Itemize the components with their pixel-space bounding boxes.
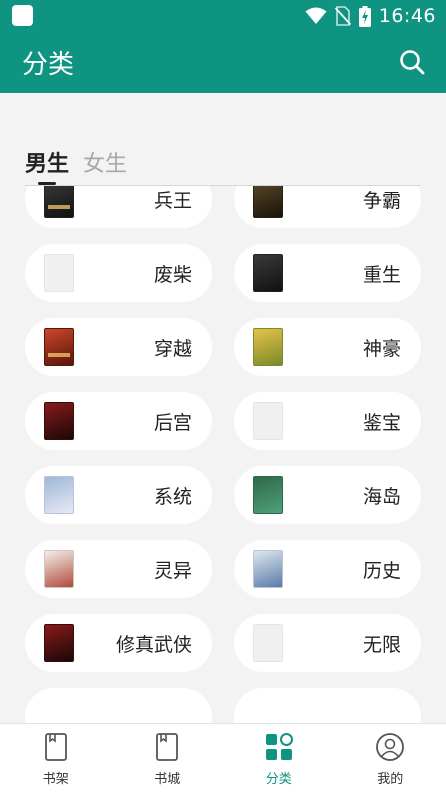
book-cover-image — [253, 328, 283, 366]
tab-female[interactable]: 女生 — [83, 146, 127, 178]
category-card-partial[interactable] — [234, 688, 421, 723]
category-label: 海岛 — [362, 486, 401, 508]
category-label: 鉴宝 — [362, 412, 401, 434]
tab-male[interactable]: 男生 — [25, 146, 69, 178]
nav-label: 分类 — [265, 772, 292, 787]
category-card-feichai[interactable]: 废柴 — [25, 244, 212, 302]
battery-charging-icon — [358, 5, 371, 27]
status-icons: 16:46 — [305, 4, 436, 28]
category-label: 兵王 — [153, 190, 192, 212]
status-bar: 16:46 — [0, 0, 446, 32]
search-button[interactable] — [398, 48, 426, 76]
category-label: 争霸 — [362, 190, 401, 212]
bottom-nav: 书架 书城 分类 我的 — [0, 723, 446, 792]
category-card-bingwang[interactable]: 兵王 — [25, 186, 212, 228]
nav-item-profile[interactable]: 我的 — [335, 724, 446, 792]
category-label: 修真武侠 — [115, 634, 192, 656]
book-cover-image — [253, 186, 283, 218]
book-cover-image — [44, 550, 74, 588]
book-cover-image — [44, 328, 74, 366]
category-label: 神豪 — [362, 338, 401, 360]
category-label: 系统 — [153, 486, 192, 508]
search-icon — [400, 50, 425, 75]
bookstore-icon — [156, 733, 179, 761]
book-cover-image — [44, 402, 74, 440]
category-label: 历史 — [362, 560, 401, 582]
category-card-xitong[interactable]: 系统 — [25, 466, 212, 524]
book-cover-image — [253, 476, 283, 514]
category-label: 废柴 — [153, 264, 192, 286]
book-cover-image — [44, 186, 74, 218]
category-card-shenhao[interactable]: 神豪 — [234, 318, 421, 376]
category-content[interactable]: 男生 女生 兵王 争霸 废柴 重生 穿越 神豪 后宫 鉴宝 系统 海岛 灵异 历… — [0, 93, 446, 723]
category-card-zhengba[interactable]: 争霸 — [234, 186, 421, 228]
app-notification-icon — [12, 5, 33, 26]
book-cover-placeholder — [44, 254, 74, 292]
category-card-haidao[interactable]: 海岛 — [234, 466, 421, 524]
book-cover-image — [253, 254, 283, 292]
book-cover-image — [44, 624, 74, 662]
category-card-chongsheng[interactable]: 重生 — [234, 244, 421, 302]
category-label: 无限 — [362, 634, 401, 656]
page-title: 分类 — [22, 50, 75, 80]
category-label: 穿越 — [153, 338, 192, 360]
category-card-wuxian[interactable]: 无限 — [234, 614, 421, 672]
book-cover-placeholder — [253, 402, 283, 440]
category-card-hougong[interactable]: 后宫 — [25, 392, 212, 450]
category-grid: 兵王 争霸 废柴 重生 穿越 神豪 后宫 鉴宝 系统 海岛 灵异 历史 修真武侠… — [25, 186, 421, 723]
nav-label: 书架 — [42, 772, 69, 787]
app-bar: 分类 — [0, 32, 446, 93]
category-grid-viewport[interactable]: 兵王 争霸 废柴 重生 穿越 神豪 后宫 鉴宝 系统 海岛 灵异 历史 修真武侠… — [0, 186, 446, 723]
no-sim-icon — [334, 6, 351, 26]
category-card-xiuzhen-wuxia[interactable]: 修真武侠 — [25, 614, 212, 672]
book-cover-image — [253, 550, 283, 588]
book-cover-placeholder — [253, 624, 283, 662]
category-card-chuanyue[interactable]: 穿越 — [25, 318, 212, 376]
nav-item-bookstore[interactable]: 书城 — [112, 724, 224, 792]
category-card-lingyi[interactable]: 灵异 — [25, 540, 212, 598]
category-label: 灵异 — [153, 560, 192, 582]
nav-label: 我的 — [377, 772, 404, 787]
category-card-lishi[interactable]: 历史 — [234, 540, 421, 598]
category-label: 后宫 — [153, 412, 192, 434]
gender-tabs: 男生 女生 — [25, 146, 127, 178]
clock: 16:46 — [378, 5, 436, 27]
profile-icon — [376, 733, 405, 761]
category-grid-icon — [265, 733, 293, 760]
nav-item-category[interactable]: 分类 — [223, 724, 335, 792]
book-cover-image — [44, 476, 74, 514]
bookshelf-icon — [44, 733, 67, 761]
category-card-partial[interactable] — [25, 688, 212, 723]
category-label: 重生 — [362, 264, 401, 286]
category-card-jianbao[interactable]: 鉴宝 — [234, 392, 421, 450]
nav-item-bookshelf[interactable]: 书架 — [0, 724, 112, 792]
nav-label: 书城 — [154, 772, 181, 787]
wifi-icon — [305, 7, 327, 24]
